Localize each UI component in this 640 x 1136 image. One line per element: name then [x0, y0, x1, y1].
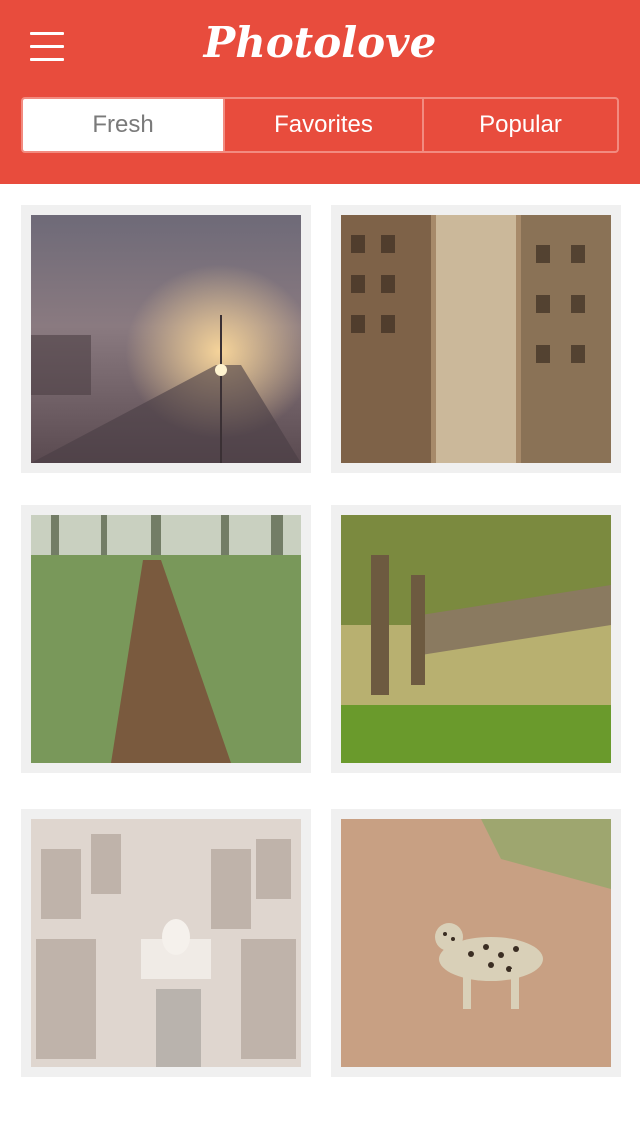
- app-logo: Photolove: [203, 18, 437, 67]
- photo-wooden-pier: [341, 515, 611, 763]
- photo-city-fire-escapes: [341, 215, 611, 463]
- photo-card[interactable]: [21, 205, 311, 473]
- photo-aerial-city: [31, 819, 301, 1067]
- photo-card[interactable]: [331, 205, 621, 473]
- photo-leopard: [341, 819, 611, 1067]
- app-header: Photolove Fresh Favorites Popular: [0, 0, 640, 184]
- photo-card[interactable]: [21, 809, 311, 1077]
- photo-forest-path: [31, 515, 301, 763]
- tab-fresh[interactable]: Fresh: [23, 99, 223, 151]
- tab-bar: Fresh Favorites Popular: [21, 97, 619, 153]
- tab-popular[interactable]: Popular: [422, 99, 617, 151]
- photo-card[interactable]: [331, 505, 621, 773]
- photo-card[interactable]: [331, 809, 621, 1077]
- tab-favorites[interactable]: Favorites: [223, 99, 422, 151]
- photo-card[interactable]: [21, 505, 311, 773]
- photo-foggy-railway: [31, 215, 301, 463]
